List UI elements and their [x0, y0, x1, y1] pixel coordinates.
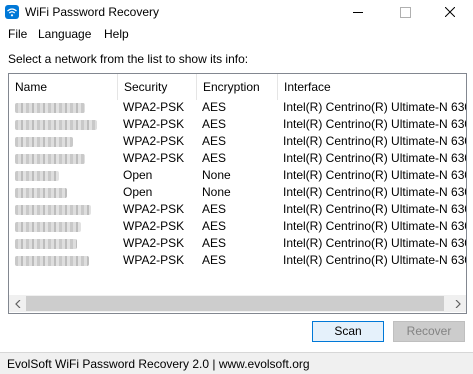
- security-cell: Open: [123, 168, 153, 182]
- interface-cell: Intel(R) Centrino(R) Ultimate-N 6300 A: [283, 236, 466, 250]
- network-name-cell: [9, 133, 117, 150]
- scroll-right-button[interactable]: [449, 295, 466, 312]
- interface-cell: Intel(R) Centrino(R) Ultimate-N 6300 A: [283, 100, 466, 114]
- status-text: EvolSoft WiFi Password Recovery 2.0 | ww…: [7, 357, 310, 371]
- redacted-network-name: [15, 205, 91, 215]
- network-name-cell: [9, 150, 117, 167]
- table-row[interactable]: WPA2-PSK AES Intel(R) Centrino(R) Ultimate…: [9, 218, 466, 235]
- encryption-cell: AES: [202, 219, 227, 233]
- redacted-network-name: [15, 137, 73, 147]
- chevron-right-icon: [455, 299, 461, 308]
- security-cell: WPA2-PSK: [123, 100, 185, 114]
- title-bar: WiFi Password Recovery: [0, 0, 473, 24]
- security-cell: WPA2-PSK: [123, 253, 185, 267]
- menu-help[interactable]: Help: [104, 27, 129, 41]
- redacted-network-name: [15, 256, 89, 266]
- column-header-interface[interactable]: Interface: [278, 74, 466, 100]
- security-cell: Open: [123, 185, 153, 199]
- column-header-security[interactable]: Security: [118, 74, 197, 100]
- encryption-cell: AES: [202, 202, 227, 216]
- security-cell: WPA2-PSK: [123, 236, 185, 250]
- network-name-cell: [9, 235, 117, 252]
- table-row[interactable]: WPA2-PSK AES Intel(R) Centrino(R) Ultimate…: [9, 133, 466, 150]
- recover-button[interactable]: Recover: [393, 321, 465, 342]
- minimize-button[interactable]: [335, 0, 381, 24]
- instruction-label: Select a network from the list to show i…: [8, 52, 249, 66]
- security-cell: WPA2-PSK: [123, 151, 185, 165]
- encryption-cell: None: [202, 168, 231, 182]
- maximize-button[interactable]: [382, 0, 428, 24]
- encryption-cell: AES: [202, 117, 227, 131]
- network-name-cell: [9, 184, 117, 201]
- table-row[interactable]: WPA2-PSK AES Intel(R) Centrino(R) Ultimate…: [9, 116, 466, 133]
- interface-cell: Intel(R) Centrino(R) Ultimate-N 6300 A: [283, 253, 466, 267]
- table-row[interactable]: Open None Intel(R) Centrino(R) Ultimate-N …: [9, 184, 466, 201]
- encryption-cell: AES: [202, 134, 227, 148]
- status-bar: EvolSoft WiFi Password Recovery 2.0 | ww…: [0, 352, 473, 374]
- interface-cell: Intel(R) Centrino(R) Ultimate-N 6300 A: [283, 185, 466, 199]
- close-button[interactable]: [427, 0, 473, 24]
- menu-language[interactable]: Language: [38, 27, 91, 41]
- redacted-network-name: [15, 103, 85, 113]
- table-row[interactable]: WPA2-PSK AES Intel(R) Centrino(R) Ultimate…: [9, 99, 466, 116]
- table-row[interactable]: WPA2-PSK AES Intel(R) Centrino(R) Ultimate…: [9, 235, 466, 252]
- network-name-cell: [9, 99, 117, 116]
- encryption-cell: AES: [202, 253, 227, 267]
- scan-button[interactable]: Scan: [312, 321, 384, 342]
- table-row[interactable]: WPA2-PSK AES Intel(R) Centrino(R) Ultimate…: [9, 252, 466, 269]
- maximize-icon: [399, 6, 411, 18]
- security-cell: WPA2-PSK: [123, 134, 185, 148]
- column-header-encryption[interactable]: Encryption: [197, 74, 278, 100]
- network-name-cell: [9, 252, 117, 269]
- encryption-cell: AES: [202, 151, 227, 165]
- wifi-app-icon: [5, 5, 19, 19]
- interface-cell: Intel(R) Centrino(R) Ultimate-N 6300 A: [283, 134, 466, 148]
- close-icon: [445, 7, 455, 17]
- table-row[interactable]: Open None Intel(R) Centrino(R) Ultimate-N …: [9, 167, 466, 184]
- security-cell: WPA2-PSK: [123, 117, 185, 131]
- network-name-cell: [9, 218, 117, 235]
- redacted-network-name: [15, 188, 67, 198]
- table-row[interactable]: WPA2-PSK AES Intel(R) Centrino(R) Ultimate…: [9, 150, 466, 167]
- redacted-network-name: [15, 171, 59, 181]
- window-title: WiFi Password Recovery: [25, 5, 160, 19]
- network-name-cell: [9, 201, 117, 218]
- encryption-cell: AES: [202, 100, 227, 114]
- security-cell: WPA2-PSK: [123, 219, 185, 233]
- network-name-cell: [9, 167, 117, 184]
- security-cell: WPA2-PSK: [123, 202, 185, 216]
- table-row[interactable]: WPA2-PSK AES Intel(R) Centrino(R) Ultimate…: [9, 201, 466, 218]
- menu-bar: File Language Help: [0, 24, 473, 44]
- encryption-cell: AES: [202, 236, 227, 250]
- interface-cell: Intel(R) Centrino(R) Ultimate-N 6300 A: [283, 117, 466, 131]
- network-list[interactable]: Name Security Encryption Interface WPA2-…: [8, 73, 467, 314]
- column-header-name[interactable]: Name: [9, 74, 118, 100]
- interface-cell: Intel(R) Centrino(R) Ultimate-N 6300 A: [283, 151, 466, 165]
- encryption-cell: None: [202, 185, 231, 199]
- redacted-network-name: [15, 222, 81, 232]
- chevron-left-icon: [14, 299, 20, 308]
- horizontal-scrollbar[interactable]: [9, 295, 466, 312]
- redacted-network-name: [15, 120, 97, 130]
- network-name-cell: [9, 116, 117, 133]
- scroll-left-button[interactable]: [9, 295, 26, 312]
- redacted-network-name: [15, 154, 85, 164]
- list-header: Name Security Encryption Interface: [9, 74, 466, 100]
- interface-cell: Intel(R) Centrino(R) Ultimate-N 6300 A: [283, 168, 466, 182]
- redacted-network-name: [15, 239, 77, 249]
- interface-cell: Intel(R) Centrino(R) Ultimate-N 6300 A: [283, 202, 466, 216]
- menu-file[interactable]: File: [8, 27, 27, 41]
- minimize-icon: [353, 11, 363, 13]
- interface-cell: Intel(R) Centrino(R) Ultimate-N 6300 A: [283, 219, 466, 233]
- scroll-thumb[interactable]: [26, 296, 444, 311]
